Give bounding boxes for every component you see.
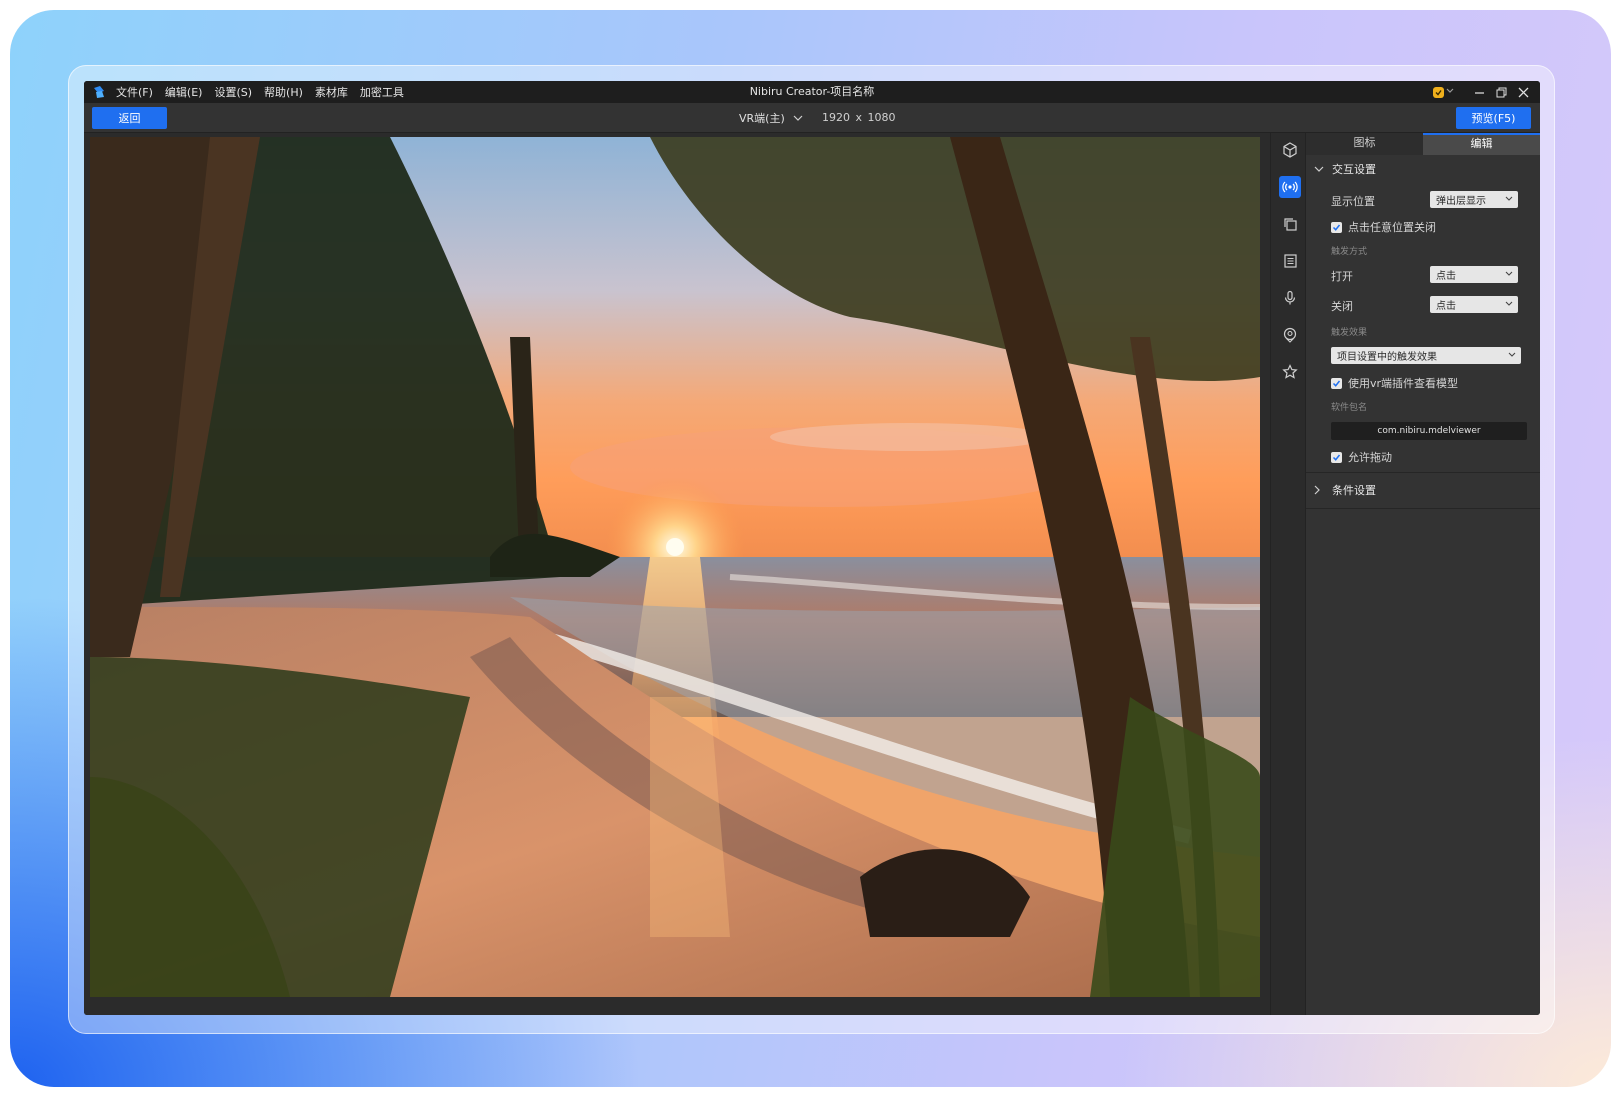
checkbox-checked-icon [1331, 377, 1342, 389]
close-trigger-select[interactable]: 点击 [1430, 296, 1518, 313]
trigger-effect-label: 触发效果 [1331, 328, 1368, 338]
use-vr-plugin-checkbox[interactable]: 使用vr端插件查看模型 [1331, 376, 1458, 390]
section-condition-settings[interactable]: 条件设置 [1306, 478, 1540, 502]
close-trigger-value: 点击 [1436, 301, 1456, 312]
open-label: 打开 [1331, 270, 1353, 283]
section-title: 交互设置 [1332, 163, 1376, 176]
close-button[interactable] [1512, 81, 1534, 103]
device-select[interactable]: VR端(主) [739, 103, 803, 133]
chevron-down-icon [1505, 299, 1513, 310]
section-interaction-settings[interactable]: 交互设置 [1306, 157, 1540, 181]
tab-edit[interactable]: 编辑 [1423, 133, 1540, 155]
open-trigger-select[interactable]: 点击 [1430, 266, 1518, 283]
section-title: 条件设置 [1332, 484, 1376, 497]
canvas-resolution: 1920 x 1080 [822, 111, 896, 124]
display-position-value: 弹出层显示 [1436, 196, 1486, 207]
preview-button[interactable]: 预览(F5) [1456, 107, 1531, 129]
menu-edit[interactable]: 编辑(E) [165, 84, 203, 100]
package-name-label: 软件包名 [1331, 403, 1368, 413]
chevron-right-icon [1314, 485, 1328, 495]
section-divider [1306, 472, 1540, 473]
layers-icon[interactable] [1279, 213, 1301, 235]
checkbox-checked-icon [1331, 221, 1342, 233]
minimize-button[interactable] [1468, 81, 1490, 103]
notification-badge-icon[interactable] [1433, 86, 1444, 98]
back-button[interactable]: 返回 [92, 107, 167, 129]
app-logo-icon [92, 85, 106, 99]
panel-tabs: 图标 编辑 [1306, 133, 1540, 155]
document-list-icon[interactable] [1279, 250, 1301, 272]
use-vr-plugin-label: 使用vr端插件查看模型 [1348, 377, 1459, 390]
scene-preview-image[interactable] [90, 137, 1260, 997]
beach-sunset-image [90, 137, 1260, 997]
canvas-area [84, 133, 1264, 1015]
chevron-down-icon [1314, 166, 1328, 173]
chevron-down-icon [793, 112, 803, 125]
section-divider [1306, 508, 1540, 509]
chevron-down-icon[interactable] [1446, 87, 1454, 97]
click-close-checkbox[interactable]: 点击任意位置关闭 [1331, 220, 1436, 234]
star-settings-icon[interactable] [1279, 361, 1301, 383]
properties-panel: 图标 编辑 交互设置 显示位置 弹出层显示 点击任意位置关闭 触发方式 打开 点… [1306, 133, 1540, 1015]
top-toolbar: 返回 VR端(主) 1920 x 1080 预览(F5) [84, 103, 1540, 133]
device-select-value: VR端(主) [739, 112, 785, 125]
menu-help[interactable]: 帮助(H) [264, 84, 303, 100]
restore-button[interactable] [1490, 81, 1512, 103]
tool-icon-rail [1270, 133, 1306, 1015]
display-position-select[interactable]: 弹出层显示 [1430, 191, 1518, 208]
open-trigger-value: 点击 [1436, 271, 1456, 282]
menu-asset-library[interactable]: 素材库 [315, 84, 348, 100]
menu-settings[interactable]: 设置(S) [214, 84, 252, 100]
allow-drag-checkbox[interactable]: 允许拖动 [1331, 450, 1392, 464]
menu-bar: 文件(F) 编辑(E) 设置(S) 帮助(H) 素材库 加密工具 [116, 84, 416, 100]
chevron-down-icon [1508, 350, 1516, 361]
display-position-label: 显示位置 [1331, 195, 1375, 208]
title-bar: 文件(F) 编辑(E) 设置(S) 帮助(H) 素材库 加密工具 Nibiru … [84, 81, 1540, 103]
trigger-effect-value: 项目设置中的触发效果 [1337, 352, 1437, 363]
menu-encryption-tool[interactable]: 加密工具 [360, 84, 404, 100]
chevron-down-icon [1505, 194, 1513, 205]
location-icon[interactable] [1279, 324, 1301, 346]
close-label: 关闭 [1331, 300, 1353, 313]
microphone-icon[interactable] [1279, 287, 1301, 309]
allow-drag-label: 允许拖动 [1348, 451, 1392, 464]
chevron-down-icon [1505, 269, 1513, 280]
checkbox-checked-icon [1331, 451, 1342, 463]
click-close-label: 点击任意位置关闭 [1348, 221, 1436, 234]
menu-file[interactable]: 文件(F) [116, 84, 153, 100]
package-name-input[interactable]: com.nibiru.mdelviewer [1331, 422, 1527, 440]
app-window: 文件(F) 编辑(E) 设置(S) 帮助(H) 素材库 加密工具 Nibiru … [84, 81, 1540, 1015]
broadcast-icon[interactable] [1279, 176, 1301, 198]
window-controls [1433, 81, 1534, 103]
tab-icon[interactable]: 图标 [1306, 133, 1423, 155]
trigger-effect-select[interactable]: 项目设置中的触发效果 [1331, 347, 1521, 364]
trigger-mode-label: 触发方式 [1331, 247, 1368, 257]
cube-icon[interactable] [1279, 139, 1301, 161]
